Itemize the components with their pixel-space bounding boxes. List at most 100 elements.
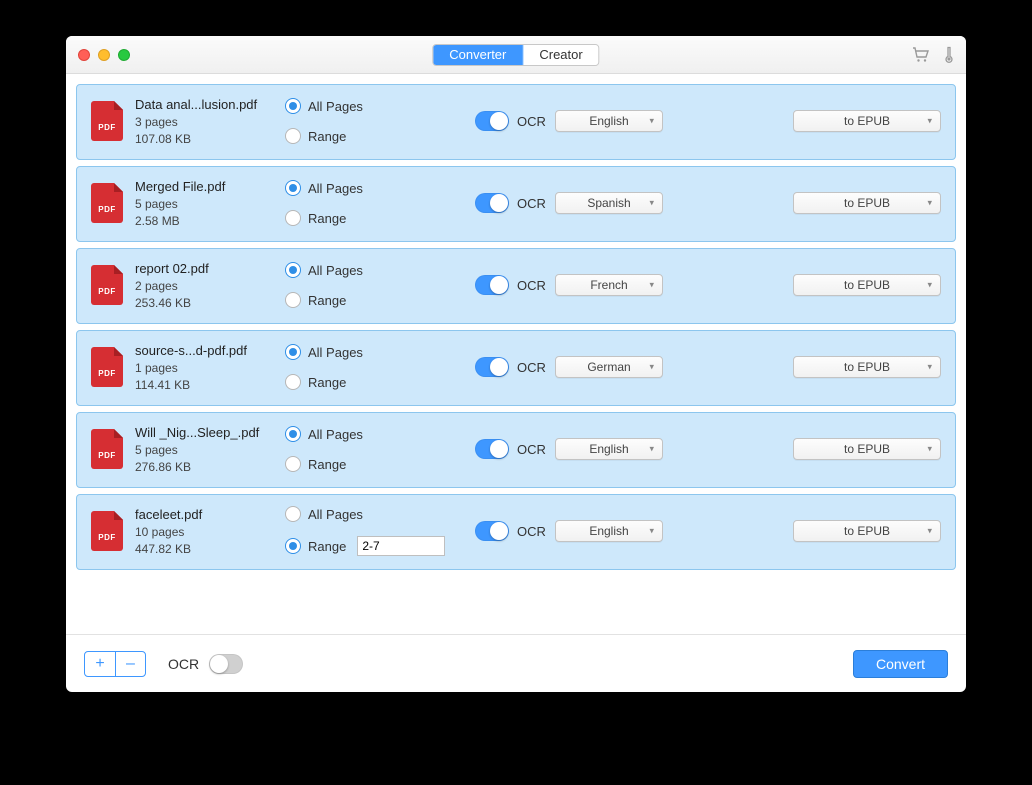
format-value: to EPUB (844, 360, 890, 374)
file-name: Will _Nig...Sleep_.pdf (135, 425, 275, 440)
language-cell: English (555, 110, 685, 132)
format-dropdown[interactable]: to EPUB (793, 356, 941, 378)
pdf-file-icon: PDF (91, 347, 123, 387)
radio-all-pages[interactable] (285, 98, 301, 114)
radio-range[interactable] (285, 456, 301, 472)
language-dropdown[interactable]: French (555, 274, 663, 296)
radio-all-pages-label: All Pages (308, 99, 363, 114)
file-row[interactable]: PDF Merged File.pdf 5 pages 2.58 MB All … (76, 166, 956, 242)
add-file-button[interactable]: + (85, 652, 115, 676)
footer-ocr-label: OCR (168, 656, 199, 672)
radio-all-pages[interactable] (285, 262, 301, 278)
ocr-label: OCR (517, 114, 546, 129)
thermometer-icon[interactable] (944, 46, 954, 64)
file-meta: source-s...d-pdf.pdf 1 pages 114.41 KB (135, 343, 285, 392)
format-dropdown[interactable]: to EPUB (793, 438, 941, 460)
file-size: 2.58 MB (135, 214, 285, 228)
ocr-toggle[interactable] (475, 521, 509, 541)
cart-icon[interactable] (912, 47, 930, 63)
file-pages: 10 pages (135, 525, 285, 539)
ocr-toggle[interactable] (475, 439, 509, 459)
language-cell: Spanish (555, 192, 685, 214)
radio-range[interactable] (285, 210, 301, 226)
ocr-group: OCR (475, 111, 555, 131)
pdf-file-icon: PDF (91, 101, 123, 141)
file-meta: report 02.pdf 2 pages 253.46 KB (135, 261, 285, 310)
language-cell: German (555, 356, 685, 378)
minimize-window-button[interactable] (98, 49, 110, 61)
ocr-group: OCR (475, 357, 555, 377)
language-cell: English (555, 438, 685, 460)
format-cell: to EPUB (781, 520, 941, 542)
radio-range[interactable] (285, 374, 301, 390)
ocr-toggle[interactable] (475, 193, 509, 213)
language-dropdown[interactable]: Spanish (555, 192, 663, 214)
toolbar-right (912, 46, 954, 64)
footer-bar: + – OCR Convert (66, 634, 966, 692)
ocr-label: OCR (517, 524, 546, 539)
tab-converter[interactable]: Converter (433, 45, 522, 65)
format-value: to EPUB (844, 278, 890, 292)
mode-segmented-control: Converter Creator (432, 44, 599, 66)
convert-button[interactable]: Convert (853, 650, 948, 678)
format-dropdown[interactable]: to EPUB (793, 520, 941, 542)
zoom-window-button[interactable] (118, 49, 130, 61)
radio-all-pages[interactable] (285, 344, 301, 360)
file-row[interactable]: PDF source-s...d-pdf.pdf 1 pages 114.41 … (76, 330, 956, 406)
page-mode-group: All Pages Range (285, 344, 475, 390)
file-size: 114.41 KB (135, 378, 285, 392)
ocr-group: OCR (475, 193, 555, 213)
file-meta: faceleet.pdf 10 pages 447.82 KB (135, 507, 285, 556)
file-name: source-s...d-pdf.pdf (135, 343, 275, 358)
remove-file-button[interactable]: – (115, 652, 145, 676)
radio-range[interactable] (285, 128, 301, 144)
ocr-toggle[interactable] (475, 111, 509, 131)
radio-all-pages[interactable] (285, 426, 301, 442)
file-name: Merged File.pdf (135, 179, 275, 194)
format-dropdown[interactable]: to EPUB (793, 192, 941, 214)
file-row[interactable]: PDF faceleet.pdf 10 pages 447.82 KB All … (76, 494, 956, 570)
close-window-button[interactable] (78, 49, 90, 61)
page-mode-group: All Pages Range (285, 180, 475, 226)
file-row[interactable]: PDF Will _Nig...Sleep_.pdf 5 pages 276.8… (76, 412, 956, 488)
radio-all-pages[interactable] (285, 506, 301, 522)
language-dropdown[interactable]: English (555, 438, 663, 460)
radio-all-pages-label: All Pages (308, 181, 363, 196)
file-name: report 02.pdf (135, 261, 275, 276)
language-value: Spanish (587, 196, 630, 210)
radio-range[interactable] (285, 538, 301, 554)
radio-range-label: Range (308, 457, 346, 472)
format-value: to EPUB (844, 114, 890, 128)
ocr-toggle[interactable] (475, 357, 509, 377)
file-name: Data anal...lusion.pdf (135, 97, 275, 112)
footer-ocr-toggle[interactable] (209, 654, 243, 674)
language-cell: English (555, 520, 685, 542)
format-dropdown[interactable]: to EPUB (793, 110, 941, 132)
page-mode-group: All Pages Range (285, 506, 475, 556)
ocr-toggle[interactable] (475, 275, 509, 295)
radio-all-pages-label: All Pages (308, 345, 363, 360)
format-value: to EPUB (844, 196, 890, 210)
language-dropdown[interactable]: English (555, 520, 663, 542)
tab-creator[interactable]: Creator (522, 45, 598, 65)
add-remove-control: + – (84, 651, 146, 677)
file-pages: 1 pages (135, 361, 285, 375)
file-pages: 2 pages (135, 279, 285, 293)
radio-all-pages[interactable] (285, 180, 301, 196)
language-dropdown[interactable]: German (555, 356, 663, 378)
pdf-file-icon: PDF (91, 511, 123, 551)
radio-range-label: Range (308, 211, 346, 226)
file-row[interactable]: PDF Data anal...lusion.pdf 3 pages 107.0… (76, 84, 956, 160)
ocr-group: OCR (475, 275, 555, 295)
language-dropdown[interactable]: English (555, 110, 663, 132)
format-dropdown[interactable]: to EPUB (793, 274, 941, 296)
footer-ocr-group: OCR (168, 654, 243, 674)
radio-all-pages-label: All Pages (308, 427, 363, 442)
radio-range[interactable] (285, 292, 301, 308)
file-row[interactable]: PDF report 02.pdf 2 pages 253.46 KB All … (76, 248, 956, 324)
format-value: to EPUB (844, 442, 890, 456)
range-input[interactable] (357, 536, 445, 556)
file-size: 107.08 KB (135, 132, 285, 146)
ocr-group: OCR (475, 521, 555, 541)
language-value: English (589, 442, 628, 456)
